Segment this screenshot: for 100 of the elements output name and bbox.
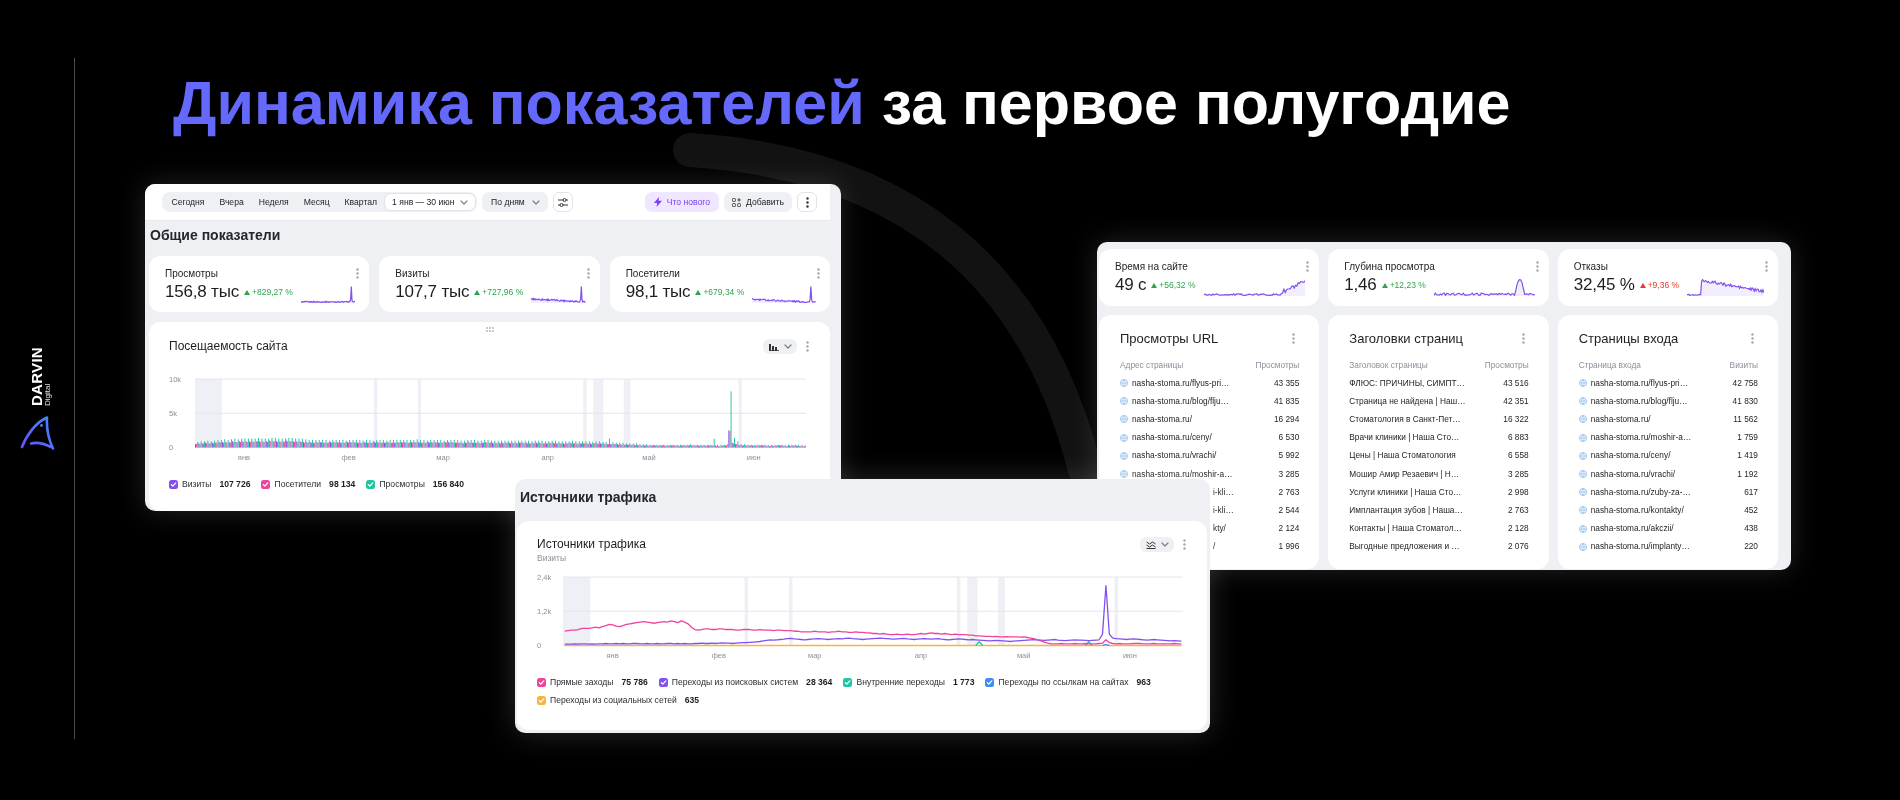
legend-checkbox[interactable] [537,695,546,705]
period-tab[interactable]: Квартал [337,194,385,210]
page-title: ФЛЮС: ПРИЧИНЫ, СИМПТ… [1349,378,1465,388]
legend-checkbox[interactable] [985,677,995,687]
grouping-dropdown[interactable]: По дням [482,192,548,212]
row-count: 2 076 [1507,542,1529,552]
row-count: 16 294 [1273,414,1300,424]
legend-label: Переходы из поисковых систем [671,677,799,687]
more-button[interactable] [797,192,817,212]
legend-label: Переходы по ссылкам на сайтах [998,677,1129,687]
legend-checkbox[interactable] [169,479,178,489]
column-header: Страница входа [1578,359,1641,370]
legend-total: 75 786 [621,677,648,687]
legend-checkbox[interactable] [261,479,271,489]
page-url[interactable]: nasha-stoma.ru/zuby-za-… [1590,487,1691,497]
page-url[interactable]: nasha-stoma.ru/ceny/ [1590,451,1671,461]
page-title: Врачи клиники | Наша Сто… [1349,433,1460,443]
widgets-icon [732,197,741,207]
row-count: 1 192 [1737,469,1758,479]
lightning-icon [653,197,662,207]
row-count: 6 530 [1278,433,1300,443]
page-url[interactable]: nasha-stoma.ru/implanty… [1590,542,1690,552]
globe-icon [1120,470,1128,479]
page-url[interactable]: nasha-stoma.ru/kontakty/ [1590,505,1684,515]
metric-label: Просмотры [165,267,218,279]
legend-label: Переходы из социальных сетей [550,695,677,705]
column-header: Визиты [1729,359,1758,370]
metric-change: +9,36 % [1647,280,1680,290]
brand-tagline: Digital [43,383,52,407]
metric-change: +727,96 % [482,287,524,297]
page-url[interactable]: nasha-stoma.ru/ceny/ [1132,433,1212,443]
page-url[interactable]: nasha-stoma.ru/flyus-pri… [1590,378,1688,388]
page-url[interactable]: kty/ [1213,524,1226,534]
page-title: Мошир Амир Резаевич | Н… [1349,469,1459,479]
globe-icon [1578,415,1587,424]
chevron-down-icon [1161,542,1169,547]
row-count: 41 835 [1273,396,1300,406]
globe-icon [1120,451,1128,460]
brand-name: DARVIN [31,347,43,407]
more-icon[interactable] [805,196,809,208]
page-url[interactable]: nasha-stoma.ru/blog/flju… [1132,396,1229,406]
page-url[interactable]: nasha-stoma.ru/ [1132,414,1192,424]
metric-label: Посетители [625,267,680,279]
page-url[interactable]: nasha-stoma.ru/moshir-a… [1132,469,1233,479]
globe-icon [1578,488,1587,497]
chart-title: Посещаемость сайта [169,339,288,354]
chevron-down-icon [784,344,792,349]
page-url[interactable]: nasha-stoma.ru/vrachi/ [1590,469,1676,479]
row-count: 1 419 [1737,451,1758,461]
page-url[interactable]: nasha-stoma.ru/moshir-a… [1590,433,1692,443]
drag-handle-icon[interactable] [485,326,494,332]
row-count: 16 322 [1503,414,1529,424]
metric-value: 32,45 % [1573,275,1635,295]
legend-checkbox[interactable] [843,677,853,687]
period-tab[interactable]: Вчера [211,194,252,210]
legend-total: 28 364 [806,677,833,687]
period-tab[interactable]: Месяц [296,194,338,210]
chart-type-button[interactable] [1140,537,1174,552]
row-count: 438 [1744,524,1758,534]
row-count: 3 285 [1278,469,1300,479]
add-button[interactable]: Добавить [724,192,792,212]
row-count: 617 [1744,487,1758,497]
page-url[interactable]: nasha-stoma.ru/vrachi/ [1132,451,1217,461]
page-url[interactable]: / [1213,542,1216,552]
page-title: Выгодные предложения и … [1349,542,1460,552]
page-url[interactable]: nasha-stoma.ru/ [1590,414,1651,424]
globe-icon [1120,397,1128,406]
whats-new-button[interactable]: Что нового [644,192,719,212]
legend-label: Внутренние переходы [856,677,945,687]
chart-type-button[interactable] [763,339,797,354]
metric-value: 107,7 тыс [395,282,470,302]
metric-label: Время на сайте [1115,260,1188,272]
metric-value: 156,8 тыс [165,282,239,302]
page-url[interactable]: nasha-stoma.ru/akczii/ [1590,524,1674,534]
period-tab[interactable]: 1 янв — 30 июн [384,194,476,210]
legend-label: Просмотры [379,479,425,489]
metric-value: 49 с [1115,275,1147,295]
row-count: 3 285 [1507,469,1529,479]
line-chart-icon [1146,540,1156,549]
page-url[interactable]: nasha-stoma.ru/flyus-pri… [1132,378,1230,388]
page-url[interactable]: i-kli… [1213,487,1234,497]
page-url[interactable]: i-kli… [1213,505,1234,515]
page-title: Страница не найдена | Наш… [1349,396,1466,406]
page-title: Контакты | Наша Стоматол… [1349,524,1462,534]
row-count: 2 124 [1278,524,1300,534]
period-tab[interactable]: Неделя [251,194,297,210]
sparkline [752,286,816,303]
globe-icon [1578,506,1587,515]
section-heading: Общие показатели [149,226,282,245]
page-title: Цены | Наша Стоматология [1349,451,1456,461]
legend-checkbox[interactable] [658,677,668,687]
legend-checkbox[interactable] [366,479,376,489]
filter-button[interactable] [552,192,573,212]
legend-checkbox[interactable] [537,677,546,687]
section-heading: Источники трафика [519,488,658,507]
globe-icon [1120,379,1128,388]
page-url[interactable]: nasha-stoma.ru/blog/flju… [1590,396,1688,406]
page-title: Услуги клиники | Наша Сто… [1349,487,1462,497]
period-tab[interactable]: Сегодня [164,194,212,210]
row-count: 43 355 [1273,378,1300,388]
